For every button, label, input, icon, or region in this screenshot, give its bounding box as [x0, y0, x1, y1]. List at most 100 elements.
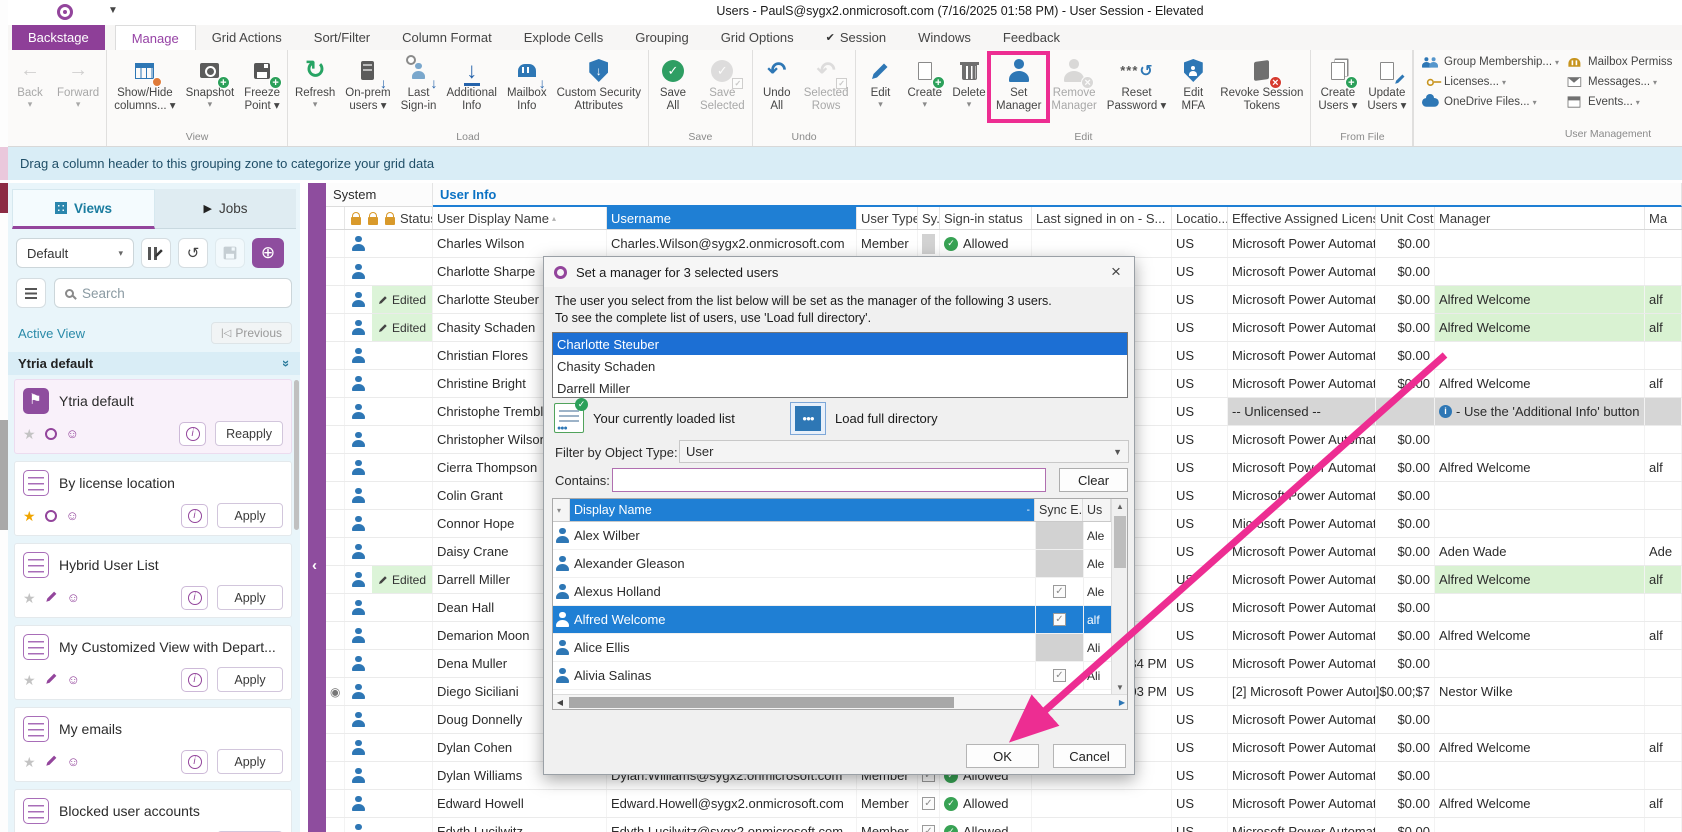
search-input[interactable] [82, 286, 281, 301]
ribbon-small-group-membership[interactable]: Group Membership...▾ [1419, 54, 1559, 70]
selected-user-row[interactable]: Darrell Miller [553, 377, 1127, 398]
tab-feedback[interactable]: Feedback [987, 25, 1076, 50]
source-load-full-directory[interactable]: ●●● Load full directory [790, 400, 938, 436]
info-button[interactable]: i [181, 586, 208, 610]
directory-user-row[interactable]: Alfred Welcome✓alf [553, 606, 1127, 634]
favorite-star-icon[interactable]: ★ [23, 673, 36, 687]
tab-jobs[interactable]: ▶ Jobs [155, 189, 296, 229]
selected-users-listbox[interactable]: Charlotte SteuberChasity SchadenDarrell … [552, 332, 1128, 398]
clear-button[interactable]: Clear [1059, 468, 1128, 492]
column-header-sign-in-status[interactable]: Sign-in status [940, 207, 1032, 229]
sync-checkbox[interactable]: ✓ [922, 797, 935, 810]
ribbon-button-last-sign-in[interactable]: ↓LastSign-in [396, 53, 442, 114]
scroll-left-icon[interactable]: ◀ [553, 695, 567, 710]
ribbon-button-show-hide-columns[interactable]: Show/Hidecolumns... ▾ [109, 53, 180, 114]
dialog-grid-hscrollbar[interactable]: ◀ ▶ [553, 694, 1128, 709]
ribbon-small-mailbox-permiss[interactable]: Mailbox Permiss [1563, 54, 1672, 70]
dialog-column-us[interactable]: Us [1083, 499, 1111, 521]
column-header-user-type[interactable]: User Type [857, 207, 918, 229]
reapply-button[interactable]: Reapply [215, 421, 283, 446]
manage-views-button[interactable] [141, 238, 171, 268]
apply-button[interactable]: Apply [217, 667, 283, 692]
ribbon-button-revoke-session-tokens[interactable]: ×Revoke SessionTokens [1215, 53, 1308, 114]
info-button[interactable]: i [181, 504, 208, 528]
dialog-grid-vscrollbar[interactable]: ▲ ▼ [1111, 499, 1127, 695]
table-row[interactable]: Edyth LucilwitzEdyth.Lucilwitz@sygx2.onm… [326, 818, 1682, 832]
view-card-hybrid-user-list[interactable]: Hybrid User List★☺iApply [14, 543, 292, 618]
column-header-locatio[interactable]: Locatio... [1172, 207, 1228, 229]
sidebar-collapse-handle[interactable]: ‹ [308, 183, 326, 832]
hscroll-thumb[interactable] [569, 697, 954, 708]
tab-grid-options[interactable]: Grid Options [705, 25, 810, 50]
favorite-star-icon[interactable]: ★ [23, 509, 36, 523]
column-header-sy[interactable]: Sy... [918, 207, 940, 229]
source-currently-loaded[interactable]: Your currently loaded list [554, 400, 735, 436]
apply-button[interactable]: Apply [217, 503, 283, 528]
ribbon-button-create[interactable]: +Create▾ [902, 53, 947, 110]
view-card-my-customized-view-with-depart[interactable]: My Customized View with Depart...★☺iAppl… [14, 625, 292, 700]
ribbon-button-forward[interactable]: →Forward▾ [52, 53, 104, 110]
tab-grouping[interactable]: Grouping [619, 25, 704, 50]
view-card-by-license-location[interactable]: By license location★☺iApply [14, 461, 292, 536]
favorite-star-icon[interactable]: ★ [23, 755, 36, 769]
column-header-username[interactable]: Username [607, 207, 857, 229]
scroll-up-icon[interactable]: ▲ [1112, 499, 1128, 514]
selected-user-row[interactable]: Charlotte Steuber [553, 333, 1127, 355]
app-logo-icon[interactable] [57, 4, 73, 20]
active-view-header[interactable]: Ytria default » [8, 352, 300, 375]
column-header-last-signed-in-on-s[interactable]: Last signed in on - S... [1032, 207, 1172, 229]
directory-user-row[interactable]: Alivia Salinas✓Ali [553, 662, 1127, 690]
directory-user-row[interactable]: Alexander GleasonAle [553, 550, 1127, 578]
close-icon[interactable]: × [1102, 260, 1130, 284]
add-view-button[interactable]: ⊕ [252, 238, 284, 268]
tab-column-format[interactable]: Column Format [386, 25, 508, 50]
sidebar-scrollbar-thumb[interactable] [294, 380, 299, 530]
quick-access-caret-icon[interactable]: ▼ [108, 5, 118, 16]
info-button[interactable]: i [181, 750, 208, 774]
tab-explode-cells[interactable]: Explode Cells [508, 25, 620, 50]
tab-views[interactable]: Views [12, 189, 155, 229]
view-card-my-emails[interactable]: My emails★☺iApply [14, 707, 292, 782]
ribbon-button-freeze-point[interactable]: +FreezePoint ▾ [239, 53, 285, 114]
ribbon-button-custom-security-attributes[interactable]: ↓Custom SecurityAttributes [552, 53, 646, 114]
view-category-select[interactable]: Default ▾ [16, 238, 134, 268]
tab-session[interactable]: ✔Session [810, 25, 902, 50]
reset-view-button[interactable]: ↺ [178, 238, 208, 268]
ribbon-button-reset-password[interactable]: ***↺ResetPassword ▾ [1102, 53, 1171, 114]
band-user-info[interactable]: User Info [433, 183, 1682, 207]
ribbon-button-edit[interactable]: Edit▾ [858, 53, 902, 110]
info-button[interactable]: i [181, 668, 208, 692]
ribbon-button-set-manager[interactable]: SetManager [991, 53, 1046, 114]
column-header-manager[interactable]: Manager [1435, 207, 1645, 229]
tab-manage[interactable]: Manage [115, 25, 196, 50]
tab-windows[interactable]: Windows [902, 25, 987, 50]
table-row[interactable]: Charles WilsonCharles.Wilson@sygx2.onmic… [326, 230, 1682, 258]
ribbon-small-licenses[interactable]: Licenses...▾ [1419, 74, 1559, 90]
directory-user-row[interactable]: Alexus Holland✓Ale [553, 578, 1127, 606]
band-system[interactable]: System [326, 183, 433, 207]
apply-button[interactable]: Apply [217, 585, 283, 610]
ok-button[interactable]: OK [966, 744, 1039, 768]
ribbon-button-save-selected[interactable]: ✓✓SaveSelected [695, 53, 750, 114]
ribbon-button-snapshot[interactable]: +Snapshot▾ [181, 53, 240, 110]
ribbon-button-on-prem-users[interactable]: ↓On-premusers ▾ [340, 53, 395, 114]
object-type-combo[interactable]: User ▼ [679, 440, 1129, 463]
ribbon-button-delete[interactable]: Delete▾ [947, 53, 991, 110]
column-header-ma[interactable]: Ma [1645, 207, 1682, 229]
apply-button[interactable]: Apply [217, 749, 283, 774]
directory-user-row[interactable]: Alice EllisAli [553, 634, 1127, 662]
ribbon-button-refresh[interactable]: ↻Refresh▾ [290, 53, 340, 110]
tab-grid-actions[interactable]: Grid Actions [196, 25, 298, 50]
ribbon-button-additional-info[interactable]: ↓AdditionalInfo [441, 53, 502, 114]
tab-backstage[interactable]: Backstage [12, 25, 105, 50]
ribbon-button-edit-mfa[interactable]: EditMFA [1171, 53, 1215, 114]
table-row[interactable]: Edward HowellEdward.Howell@sygx2.onmicro… [326, 790, 1682, 818]
filter-views-button[interactable] [16, 278, 46, 308]
dialog-column-sync[interactable]: Sync E... [1035, 499, 1083, 521]
vscroll-thumb[interactable] [1114, 516, 1126, 568]
ribbon-button-undo-all[interactable]: ↶UndoAll [755, 53, 799, 114]
favorite-star-icon[interactable]: ★ [23, 591, 36, 605]
contains-input[interactable] [612, 468, 1046, 492]
view-card-blocked-user-accounts[interactable]: Blocked user accounts★☺iApply [14, 789, 292, 832]
scroll-right-icon[interactable]: ▶ [1115, 695, 1128, 710]
